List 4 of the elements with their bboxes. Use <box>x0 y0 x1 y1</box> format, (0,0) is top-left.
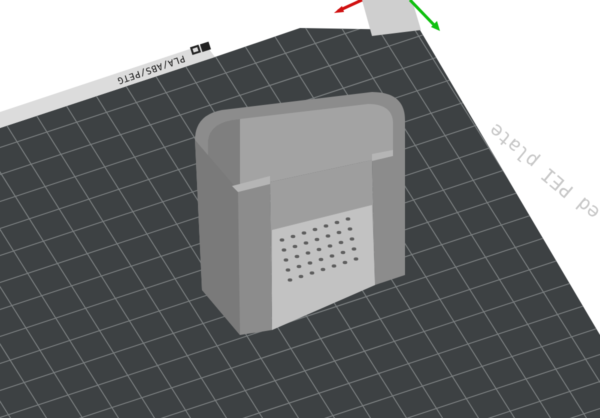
x-axis-arrow <box>334 0 363 13</box>
plate-type-icon <box>190 44 201 56</box>
origin-area <box>362 0 421 36</box>
y-axis-arrow <box>408 0 440 31</box>
